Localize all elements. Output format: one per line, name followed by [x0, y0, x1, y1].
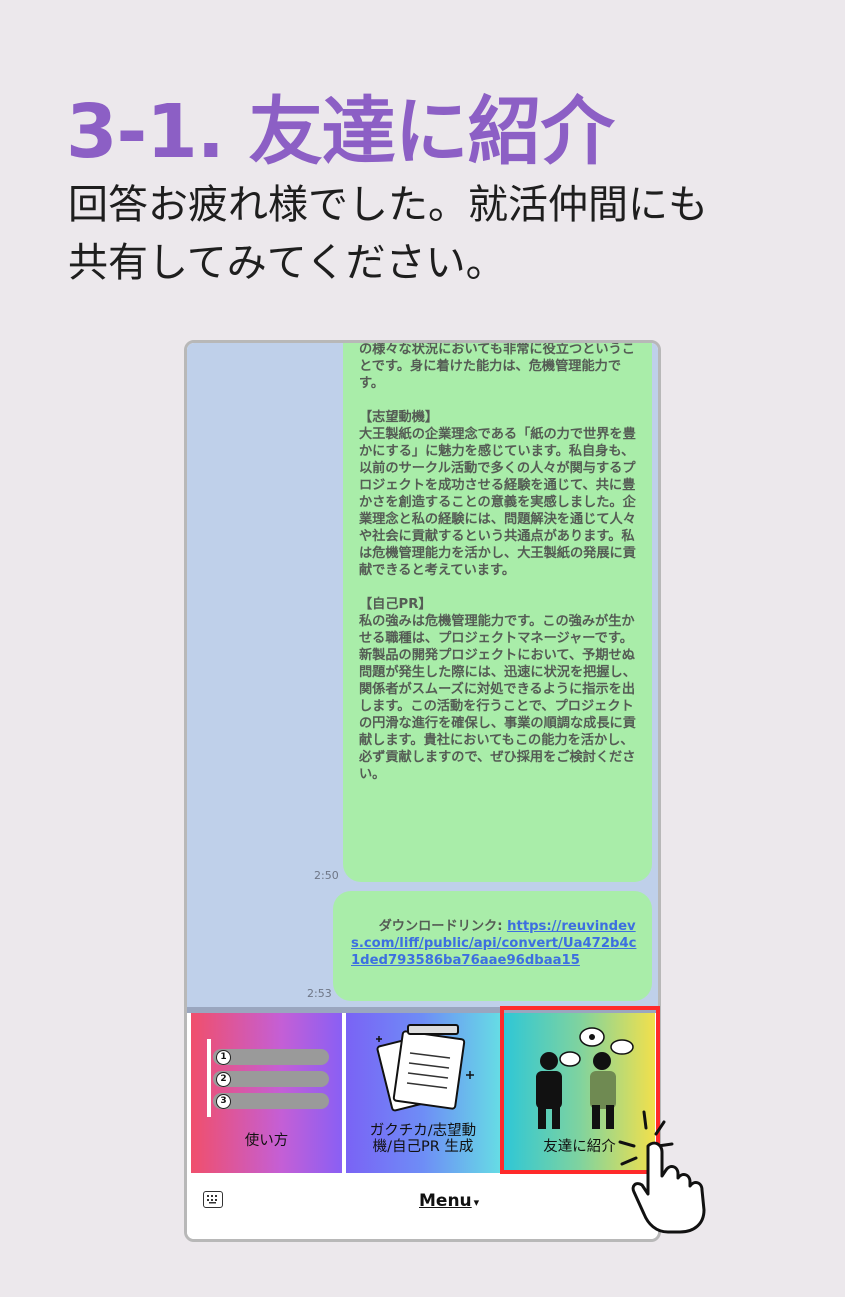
rich-menu-generate[interactable]: ガクチカ/志望動 機/自己PR 生成	[346, 1013, 500, 1173]
pointing-hand-icon	[618, 1110, 706, 1234]
message-bubble-download: ダウンロードリンク: https://reuvindevs.com/liff/p…	[333, 891, 652, 1001]
keyboard-icon[interactable]	[203, 1191, 223, 1208]
step-number: 3	[216, 1094, 231, 1109]
step-number: 2	[216, 1072, 231, 1087]
message-time: 2:53	[307, 987, 332, 1000]
menu-toggle-button[interactable]: Menu ▾	[419, 1191, 479, 1211]
rich-menu-label: 使い方	[244, 1133, 289, 1149]
bottom-bar: Menu ▾	[187, 1173, 658, 1239]
chat-area[interactable]: の様々な状況においても非常に役立つということです。身に着けた能力は、危機管理能力…	[187, 343, 658, 1007]
chevron-down-icon: ▾	[473, 1196, 480, 1209]
documents-icon	[376, 1024, 474, 1112]
message-time: 2:50	[314, 869, 339, 882]
page-subtitle: 回答お疲れ様でした。就活仲間にも共有してみてください。	[68, 182, 708, 286]
page-title: 3-1. 友達に紹介	[66, 89, 615, 175]
menu-label: Menu	[419, 1191, 472, 1211]
message-bubble-es: の様々な状況においても非常に役立つということです。身に着けた能力は、危機管理能力…	[343, 343, 652, 882]
step-number: 1	[216, 1050, 231, 1065]
rich-menu-how-to-use[interactable]: 1 2 3 使い方	[191, 1013, 342, 1173]
rich-menu-label: ガクチカ/志望動 機/自己PR 生成	[369, 1123, 477, 1155]
list-spine	[207, 1039, 211, 1117]
download-label: ダウンロードリンク:	[378, 919, 508, 934]
